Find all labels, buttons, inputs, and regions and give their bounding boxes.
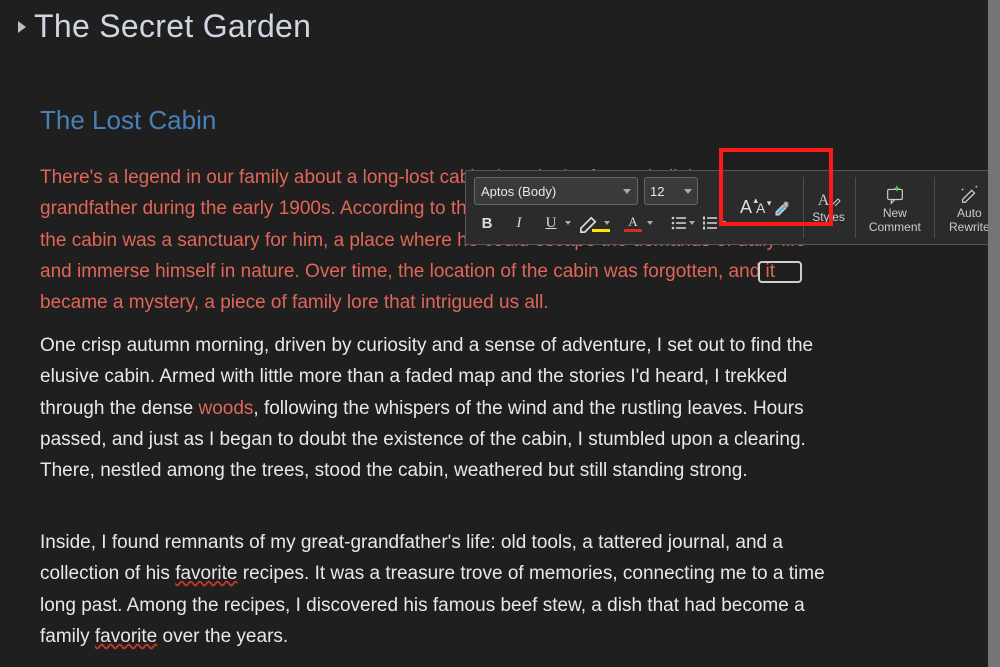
chevron-down-icon xyxy=(565,221,571,225)
mini-toolbar: Aptos (Body) 12 B I U xyxy=(465,170,1000,245)
p3-favorite-1[interactable]: favorite xyxy=(175,563,237,584)
comment-plus-icon xyxy=(884,183,906,205)
shrink-font-button[interactable]: A▾ xyxy=(756,200,765,216)
font-size-select[interactable]: 12 xyxy=(644,177,698,205)
font-color-icon: A xyxy=(620,210,646,236)
document-title: The Secret Garden xyxy=(34,8,311,45)
cursor-anchor xyxy=(758,261,802,283)
bullets-icon xyxy=(670,214,688,232)
bullets-button[interactable] xyxy=(670,214,695,232)
chevron-down-icon xyxy=(623,189,631,194)
font-family-select[interactable]: Aptos (Body) xyxy=(474,177,638,205)
bold-button[interactable]: B xyxy=(474,210,500,236)
font-size-value: 12 xyxy=(650,184,664,199)
collapse-arrow-icon[interactable] xyxy=(18,21,26,33)
document-subtitle: The Lost Cabin xyxy=(40,105,216,136)
styles-icon: A xyxy=(818,192,830,210)
format-painter-button[interactable] xyxy=(769,195,795,221)
font-color-letter: A xyxy=(628,215,637,228)
underline-button[interactable]: U xyxy=(538,210,571,236)
paragraph-2[interactable]: One crisp autumn morning, driven by curi… xyxy=(40,330,840,487)
toolbar-mid-group: A▴ A▾ xyxy=(732,171,803,244)
p3-part-c: over the years. xyxy=(157,626,288,647)
font-family-value: Aptos (Body) xyxy=(481,184,556,199)
down-arrow-icon: ▾ xyxy=(767,198,772,209)
styles-button[interactable]: A Styles xyxy=(804,171,855,244)
italic-button[interactable]: I xyxy=(506,210,532,236)
toolbar-main-group: Aptos (Body) 12 B I U xyxy=(466,171,732,244)
chevron-down-icon xyxy=(604,221,610,225)
page-edge-shadow xyxy=(988,0,1000,667)
paintbrush-icon xyxy=(772,198,792,218)
new-comment-label: New Comment xyxy=(862,207,928,233)
styles-label: Styles xyxy=(812,210,845,224)
p3-favorite-2[interactable]: favorite xyxy=(95,626,157,647)
font-color-swatch xyxy=(624,229,642,232)
new-comment-button[interactable]: New Comment xyxy=(856,171,934,244)
chevron-down-icon xyxy=(684,189,692,194)
paragraph-3[interactable]: Inside, I found remnants of my great-gra… xyxy=(40,527,840,652)
rewrite-pen-icon xyxy=(958,183,980,205)
chevron-down-icon xyxy=(720,221,726,225)
highlight-color-swatch xyxy=(592,229,610,232)
chevron-down-icon xyxy=(647,221,653,225)
highlight-icon xyxy=(577,210,603,236)
underline-icon: U xyxy=(538,210,564,236)
grow-font-button[interactable]: A▴ xyxy=(740,197,752,218)
highlight-color-button[interactable] xyxy=(577,210,610,236)
p2-link-woods[interactable]: woods xyxy=(198,398,253,419)
font-color-button[interactable]: A xyxy=(620,210,653,236)
numbering-icon xyxy=(701,214,719,232)
chevron-down-icon xyxy=(689,221,695,225)
numbering-button[interactable] xyxy=(701,214,726,232)
pen-icon xyxy=(831,196,841,206)
